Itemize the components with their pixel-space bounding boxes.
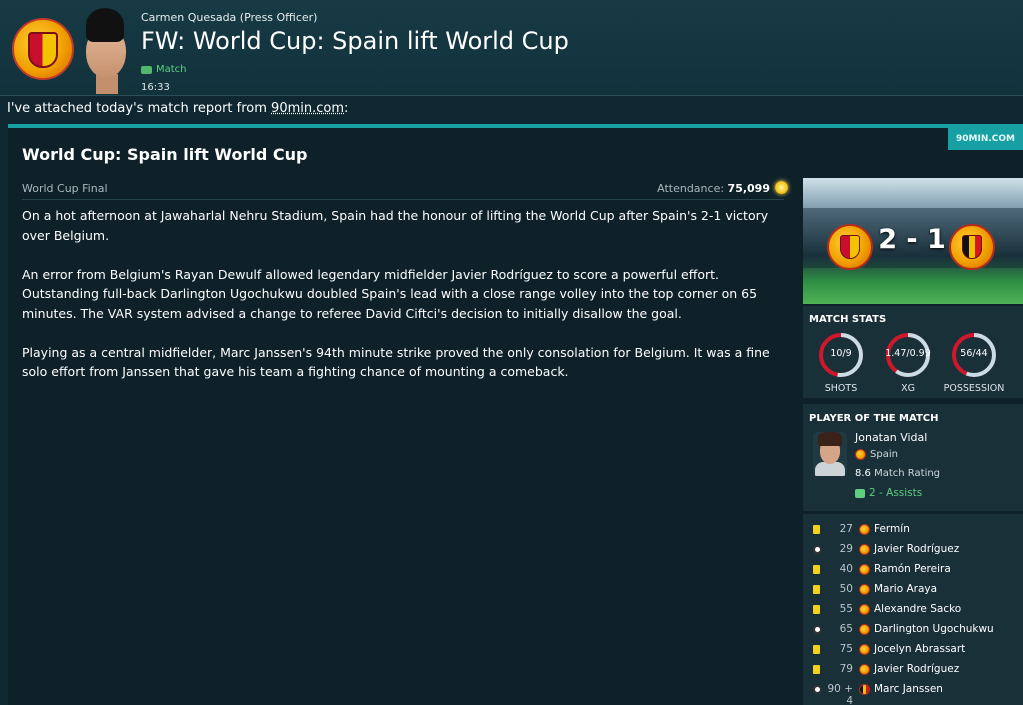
spain-crest-icon [859, 624, 870, 635]
event-minute: 75 [839, 643, 853, 655]
attendance-value: 75,099 [727, 182, 770, 195]
divider [22, 199, 784, 200]
match-report-panel: 90MIN.COM World Cup: Spain lift World Cu… [8, 124, 1023, 705]
player-of-match-panel: PLAYER OF THE MATCH Jonatan Vidal Spain … [803, 404, 1023, 511]
thumbs-up-icon [855, 488, 865, 498]
score-card[interactable]: 2 - 1 [803, 178, 1023, 304]
spain-crest-icon [827, 224, 873, 270]
shots-gauge[interactable]: 10/9 SHOTS [818, 332, 864, 394]
assists-label: 2 - Assists [869, 487, 923, 499]
article-paragraph: On a hot afternoon at Jawaharlal Nehru S… [22, 208, 769, 243]
spain-crest-icon [859, 524, 870, 535]
event-row[interactable]: 50 Mario Araya [803, 580, 1023, 600]
spain-crest-icon [12, 18, 74, 80]
event-minute: 27 [839, 523, 853, 535]
spain-crest-icon [859, 564, 870, 575]
spain-crest-icon [859, 664, 870, 675]
intro-prefix: I've attached today's match report from [7, 101, 272, 116]
intro-text: I've attached today's match report from … [7, 101, 348, 116]
yellow-card-icon [813, 605, 820, 614]
event-player[interactable]: Marc Janssen [874, 683, 943, 695]
spain-crest-icon [859, 544, 870, 555]
belgium-crest-icon [859, 684, 870, 695]
possession-gauge[interactable]: 56/44 POSSESSION [944, 332, 1004, 394]
yellow-card-icon [813, 665, 820, 674]
event-row[interactable]: 55 Alexandre Sacko [803, 600, 1023, 620]
player-team-label: Spain [870, 449, 898, 460]
event-minute: 79 [839, 663, 853, 675]
article-title: World Cup: Spain lift World Cup [22, 145, 308, 164]
article-paragraph: Playing as a central midfielder, Marc Ja… [22, 344, 770, 380]
potm-heading: PLAYER OF THE MATCH [809, 413, 939, 424]
event-minute: 55 [839, 603, 853, 615]
message-subject: FW: World Cup: Spain lift World Cup [141, 27, 569, 55]
message-header: Carmen Quesada (Press Officer) FW: World… [0, 0, 1023, 96]
event-row[interactable]: 29 Javier Rodríguez [803, 540, 1023, 560]
tag-icon [141, 65, 152, 74]
event-player[interactable]: Mario Araya [874, 583, 937, 595]
yellow-card-icon [813, 525, 820, 534]
competition-label[interactable]: World Cup Final [22, 182, 108, 195]
shots-value: 10/9 [830, 348, 852, 359]
message-tag: Match [141, 64, 187, 75]
event-minute: 65 [839, 623, 853, 635]
source-link[interactable]: 90min.com [271, 101, 344, 116]
event-row[interactable]: 90 + 4 Marc Janssen [803, 680, 1023, 705]
article-paragraph: An error from Belgium's Rayan Dewulf all… [22, 266, 758, 321]
yellow-card-icon [813, 645, 820, 654]
attendance: Attendance: 75,099 [657, 182, 770, 195]
event-minute: 50 [839, 583, 853, 595]
event-minute: 40 [839, 563, 853, 575]
event-player[interactable]: Darlington Ugochukwu [874, 623, 994, 635]
event-row[interactable]: 75 Jocelyn Abrassart [803, 640, 1023, 660]
event-row[interactable]: 27 Fermín [803, 520, 1023, 540]
player-assists: 2 - Assists [855, 487, 922, 499]
message-time: 16:33 [141, 82, 170, 93]
xg-label: XG [901, 383, 915, 394]
event-player[interactable]: Javier Rodríguez [874, 543, 959, 555]
player-team[interactable]: Spain [855, 449, 898, 460]
event-player[interactable]: Jocelyn Abrassart [874, 643, 965, 655]
possession-value: 56/44 [960, 348, 988, 359]
event-player[interactable]: Alexandre Sacko [874, 603, 961, 615]
event-minute: 29 [839, 543, 853, 555]
sender-avatar[interactable] [76, 8, 140, 94]
event-row[interactable]: 79 Javier Rodríguez [803, 660, 1023, 680]
final-score: 2 - 1 [878, 224, 946, 255]
yellow-card-icon [813, 585, 820, 594]
match-stats-heading: MATCH STATS [809, 314, 887, 325]
shots-label: SHOTS [824, 383, 858, 394]
tag-label: Match [156, 64, 187, 75]
rating-label: Match Rating [874, 468, 941, 479]
event-minute: 90 + 4 [827, 683, 854, 705]
event-player[interactable]: Fermín [874, 523, 910, 535]
possession-label: POSSESSION [943, 383, 1005, 394]
spain-crest-icon [855, 449, 866, 460]
spain-crest-icon [859, 604, 870, 615]
attendance-label: Attendance: [657, 182, 725, 195]
xg-gauge[interactable]: 1.47/0.99 XG [885, 332, 931, 394]
player-photo[interactable] [813, 432, 847, 476]
yellow-card-icon [813, 565, 820, 574]
event-player[interactable]: Javier Rodríguez [874, 663, 959, 675]
xg-value: 1.47/0.99 [885, 348, 931, 359]
intro-suffix: : [344, 101, 349, 116]
event-player[interactable]: Ramón Pereira [874, 563, 951, 575]
event-row[interactable]: 40 Ramón Pereira [803, 560, 1023, 580]
spain-crest-icon [859, 584, 870, 595]
spain-crest-icon [859, 644, 870, 655]
player-rating: 8.6 Match Rating [855, 468, 940, 479]
sender-name[interactable]: Carmen Quesada (Press Officer) [141, 11, 317, 24]
event-row[interactable]: 65 Darlington Ugochukwu [803, 620, 1023, 640]
match-stats-panel: MATCH STATS 10/9 SHOTS 1.47/0.99 XG 56/4… [803, 306, 1023, 398]
rating-value: 8.6 [855, 468, 871, 479]
belgium-crest-icon [949, 224, 995, 270]
source-badge: 90MIN.COM [948, 128, 1023, 150]
weather-sun-icon [775, 181, 788, 194]
player-name[interactable]: Jonatan Vidal [855, 431, 927, 444]
match-events-list: 27 Fermín 29 Javier Rodríguez 40 Ramón P… [803, 514, 1023, 705]
article-body: On a hot afternoon at Jawaharlal Nehru S… [22, 206, 790, 401]
